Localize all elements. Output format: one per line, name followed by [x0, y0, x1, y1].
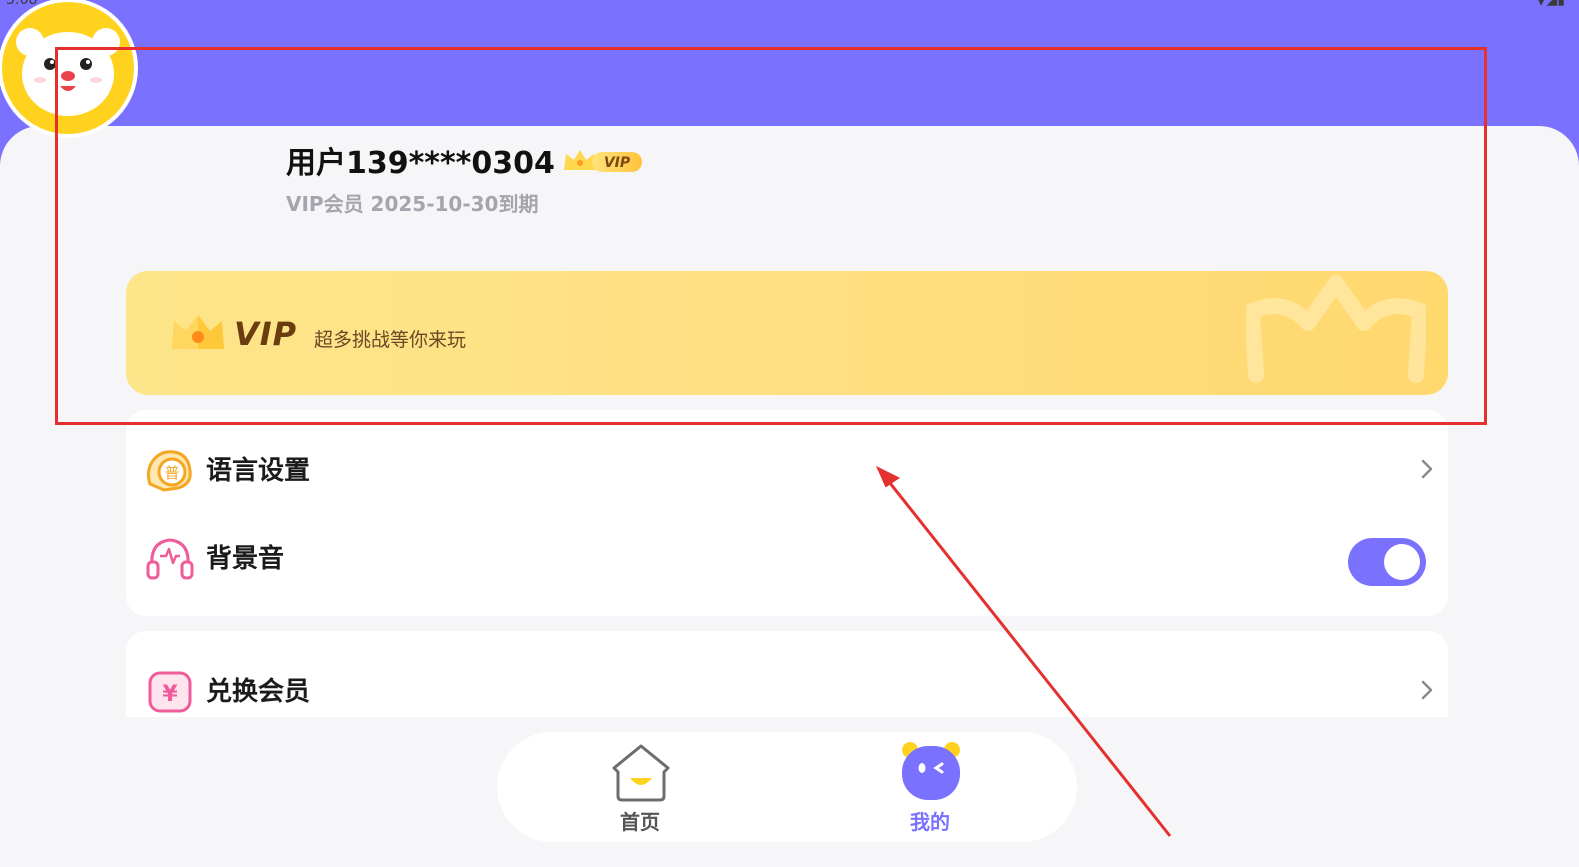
- toggle-knob: [1384, 544, 1420, 580]
- home-icon: [612, 744, 670, 802]
- background-music-toggle[interactable]: [1348, 538, 1426, 586]
- bottom-tab-bar: 首页 我的: [497, 732, 1077, 842]
- username: 用户139****0304: [286, 146, 555, 181]
- language-icon-char: 普: [164, 464, 179, 482]
- chevron-right-icon: [1421, 459, 1433, 479]
- vip-banner[interactable]: VIP 超多挑战等你来玩: [126, 271, 1448, 395]
- vip-badge: VIP: [564, 150, 642, 172]
- redeem-membership-label: 兑换会员: [206, 677, 311, 707]
- tab-home-label: 首页: [620, 810, 660, 834]
- tab-mine-label: 我的: [910, 810, 950, 834]
- background-music-label: 背景音: [206, 544, 285, 574]
- redeem-card: ¥ 兑换会员: [126, 631, 1448, 717]
- crown-icon: [172, 315, 224, 349]
- redeem-membership-row[interactable]: ¥ 兑换会员: [126, 647, 1448, 735]
- tab-home[interactable]: 首页: [565, 732, 715, 842]
- language-settings-row[interactable]: 普 语言设置: [126, 426, 1448, 514]
- avatar[interactable]: [0, 0, 136, 136]
- yen-icon-char: ¥: [162, 682, 178, 707]
- vip-badge-text: VIP: [604, 155, 631, 171]
- vip-banner-title: VIP: [234, 315, 298, 353]
- language-settings-label: 语言设置: [206, 456, 311, 486]
- status-indicators: ▼◢▮: [1535, 0, 1565, 8]
- vip-expiry: VIP会员 2025-10-30到期: [286, 192, 539, 216]
- tab-mine[interactable]: 我的: [855, 732, 1005, 842]
- yen-icon: ¥: [148, 671, 192, 713]
- language-icon: 普: [146, 450, 192, 492]
- vip-banner-slogan: 超多挑战等你来玩: [314, 329, 467, 351]
- mine-icon: [902, 742, 960, 800]
- headphones-icon: [146, 538, 194, 580]
- crown-watermark-icon: [1246, 275, 1426, 383]
- chevron-right-icon: [1421, 680, 1433, 700]
- background-music-row: 背景音: [126, 514, 1448, 602]
- settings-card: 普 语言设置 背景音: [126, 410, 1448, 616]
- bear-avatar-icon: [2, 2, 134, 134]
